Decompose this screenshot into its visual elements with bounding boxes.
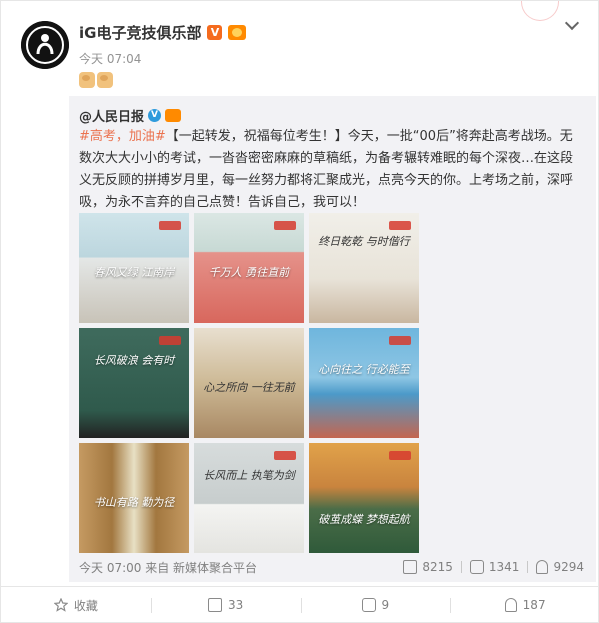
forward-icon <box>403 560 418 574</box>
image-thumbnail[interactable]: 破茧成蝶 梦想起航 <box>309 443 419 553</box>
comment-icon <box>361 598 376 612</box>
comment-button[interactable]: 9 <box>300 587 451 623</box>
logo-icon <box>389 336 411 345</box>
image-thumbnail[interactable]: 书山有路 勤为径 <box>79 443 189 553</box>
flex-arm-icon <box>97 72 113 88</box>
logo-icon <box>274 451 296 460</box>
star-icon <box>53 598 68 612</box>
image-caption: 千万人 勇往直前 <box>208 265 290 279</box>
image-grid: 春风又绿 江南岸 千万人 勇往直前 终日乾乾 与时偕行 长风破浪 会有时 心之所… <box>79 213 419 553</box>
original-like-count: 9294 <box>553 560 584 574</box>
original-forward-button[interactable]: 8215 <box>403 560 453 574</box>
verified-badge: V <box>207 24 223 40</box>
original-comment-button[interactable]: 1341 <box>469 560 520 574</box>
original-post-meta: 今天 07:00 来自 新媒体聚合平台 8215 1341 9294 <box>79 558 584 576</box>
image-caption: 春风又绿 江南岸 <box>93 265 175 279</box>
image-thumbnail[interactable]: 千万人 勇往直前 <box>194 213 304 323</box>
weibo-post-card: iG电子竞技俱乐部 V 今天 07:04 @人民日报 V #高考，加油#【一起转… <box>0 0 599 623</box>
favorite-button[interactable]: 收藏 <box>1 587 151 623</box>
author-avatar[interactable] <box>21 21 69 69</box>
author-row: iG电子竞技俱乐部 V <box>79 21 247 43</box>
original-comment-count: 1341 <box>488 560 520 574</box>
original-post-time-source[interactable]: 今天 07:00 来自 新媒体聚合平台 <box>79 559 257 576</box>
divider <box>527 561 529 573</box>
reposted-content: @人民日报 V #高考，加油#【一起转发，祝福每位考生！】今天，一批“00后”将… <box>69 96 596 582</box>
verified-badge: V <box>148 108 162 122</box>
action-bar: 收藏 33 9 187 <box>1 586 599 623</box>
image-caption: 心之所向 一往无前 <box>203 380 295 394</box>
logo-icon <box>389 451 411 460</box>
divider <box>460 561 462 573</box>
ig-logo-icon <box>21 21 69 69</box>
original-author-name[interactable]: @人民日报 <box>79 106 144 125</box>
logo-icon <box>274 221 296 230</box>
logo-icon <box>389 221 411 230</box>
favorite-label: 收藏 <box>73 598 98 613</box>
image-caption: 书山有路 勤为径 <box>93 495 175 509</box>
image-thumbnail[interactable]: 心之所向 一往无前 <box>194 328 304 438</box>
comment-count: 9 <box>381 598 390 612</box>
original-forward-count: 8215 <box>422 560 453 574</box>
original-like-button[interactable]: 9294 <box>536 560 584 574</box>
image-thumbnail[interactable]: 长风破浪 会有时 <box>79 328 189 438</box>
logo-icon <box>159 221 181 230</box>
forward-button[interactable]: 33 <box>150 587 301 623</box>
stamp-watermark <box>521 1 559 21</box>
post-content-emoji <box>79 69 113 91</box>
hashtag-link[interactable]: #高考，加油# <box>79 129 166 144</box>
image-caption: 长风而上 执笔为剑 <box>203 469 295 483</box>
like-icon <box>536 560 549 574</box>
like-count: 187 <box>522 598 546 612</box>
image-caption: 长风破浪 会有时 <box>93 354 175 368</box>
image-caption: 终日乾乾 与时偕行 <box>318 234 410 248</box>
post-time[interactable]: 今天 07:04 <box>79 50 141 67</box>
vip-icon <box>228 24 247 40</box>
image-thumbnail[interactable]: 终日乾乾 与时偕行 <box>309 213 419 323</box>
more-icon[interactable] <box>564 15 582 33</box>
original-author-line: @人民日报 V <box>79 105 182 125</box>
forward-icon <box>207 598 222 612</box>
vip-icon <box>165 108 182 122</box>
original-post-text: #高考，加油#【一起转发，祝福每位考生！】今天，一批“00后”将奔赴高考战场。无… <box>79 126 574 214</box>
flex-arm-icon <box>79 72 95 88</box>
author-name[interactable]: iG电子竞技俱乐部 <box>79 22 201 43</box>
image-thumbnail[interactable]: 长风而上 执笔为剑 <box>194 443 304 553</box>
like-button[interactable]: 187 <box>450 587 599 623</box>
logo-icon <box>159 336 181 345</box>
image-thumbnail[interactable]: 春风又绿 江南岸 <box>79 213 189 323</box>
image-thumbnail[interactable]: 心向往之 行必能至 <box>309 328 419 438</box>
comment-icon <box>469 560 484 574</box>
forward-count: 33 <box>227 598 244 612</box>
image-caption: 破茧成蝶 梦想起航 <box>318 513 410 527</box>
image-caption: 心向往之 行必能至 <box>318 363 410 376</box>
like-icon <box>504 598 517 612</box>
